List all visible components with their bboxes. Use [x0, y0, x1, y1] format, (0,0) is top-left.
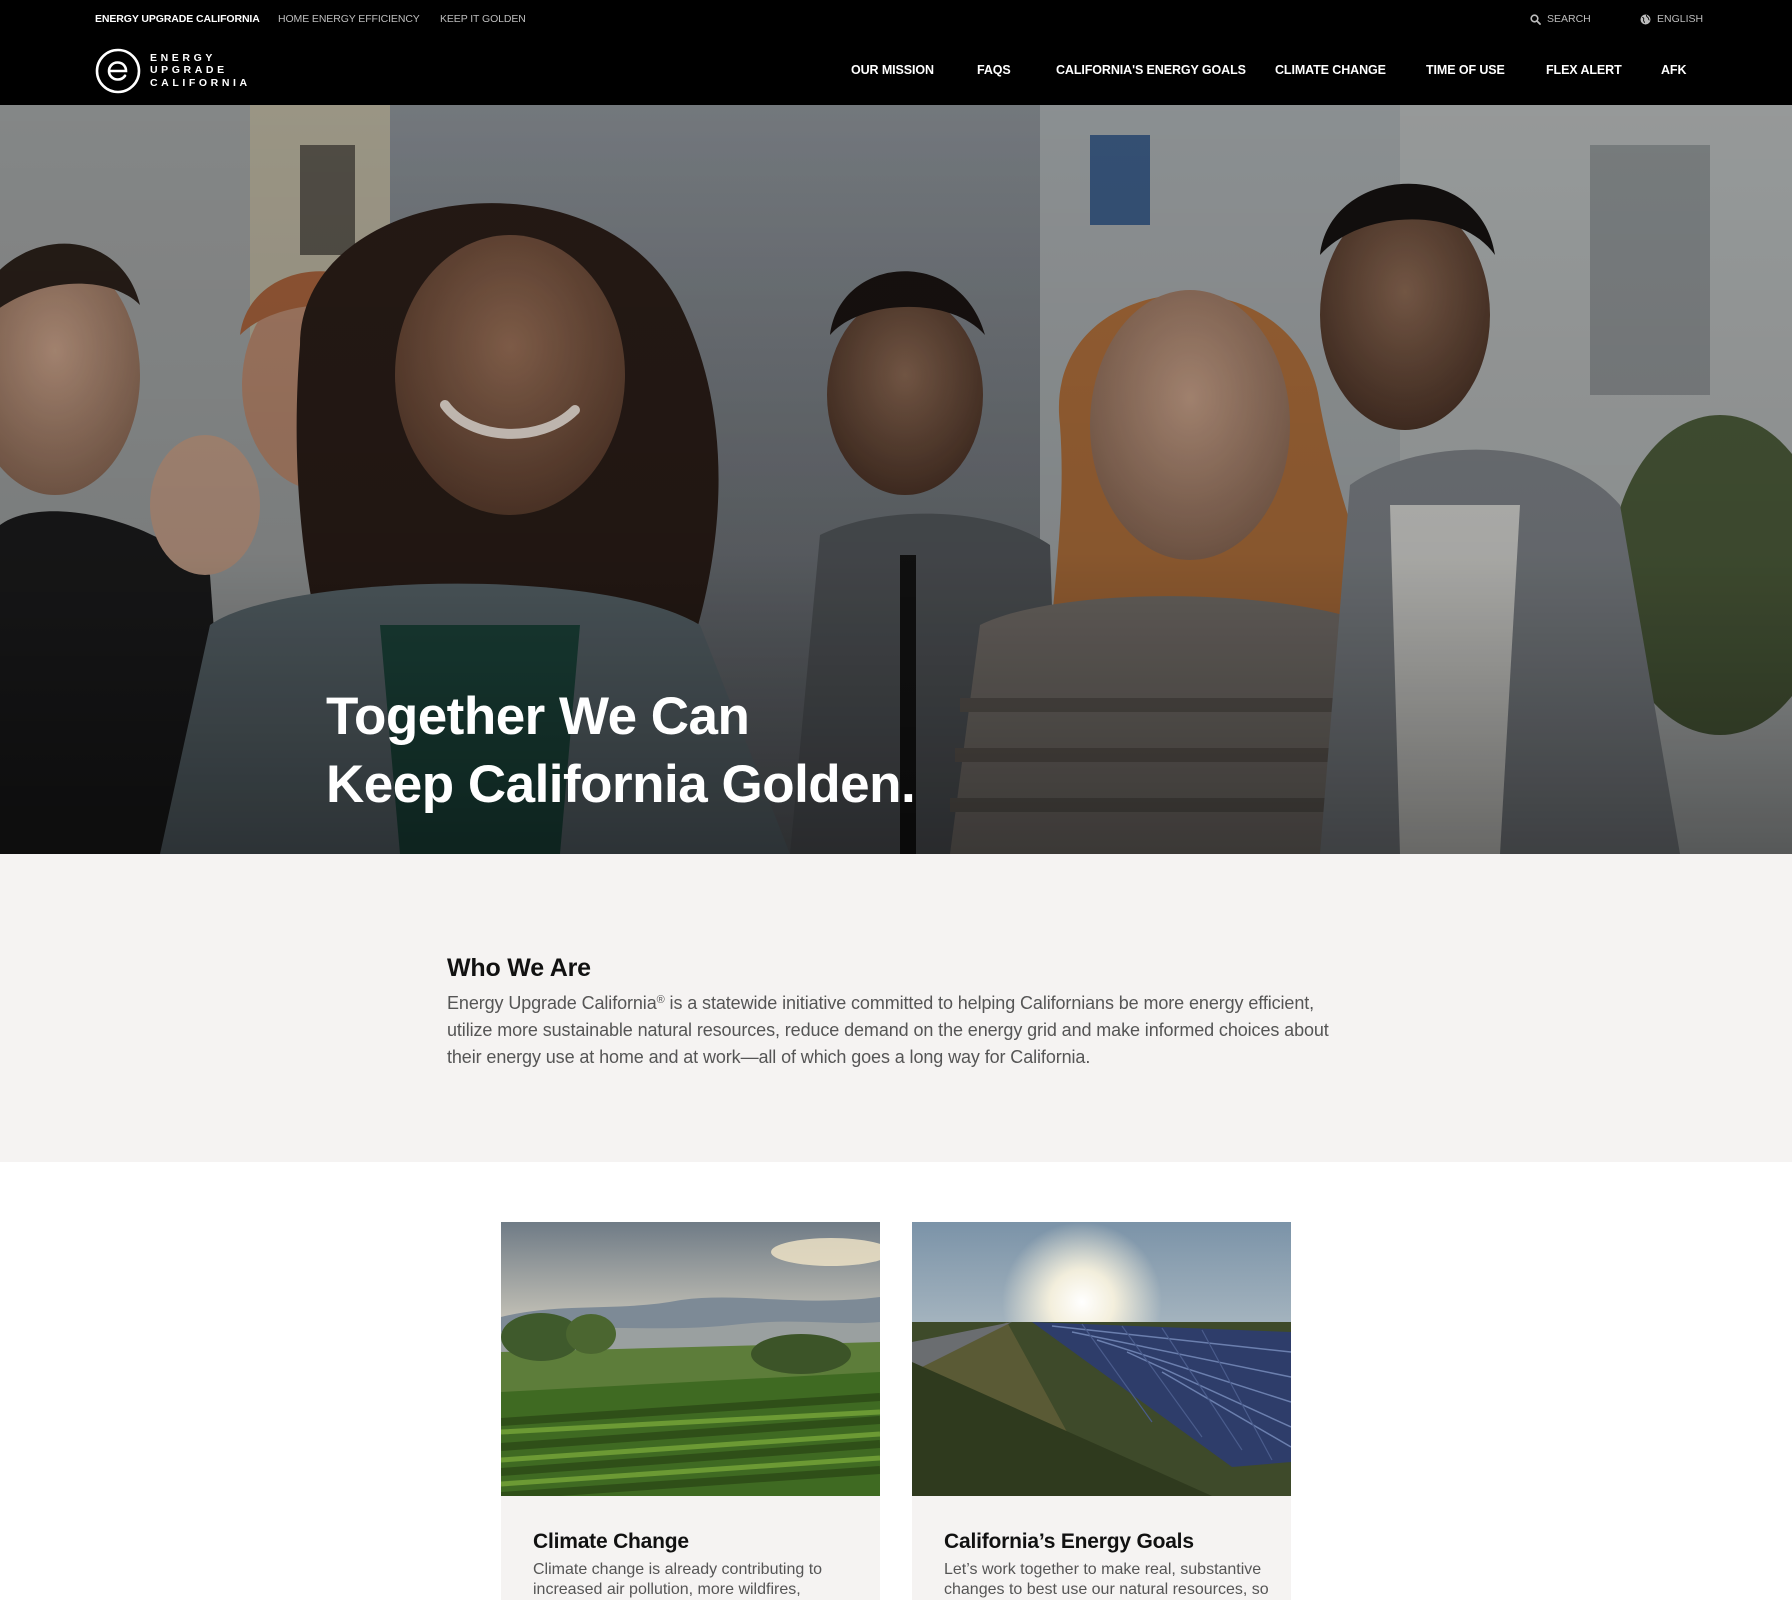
who-we-are-brand: Energy Upgrade California — [447, 993, 657, 1013]
search-button[interactable]: SEARCH — [1530, 13, 1591, 25]
nav-item-afk[interactable]: AFK — [1661, 63, 1686, 77]
site-logo[interactable]: ENERGY UPGRADE CALIFORNIA — [95, 48, 251, 94]
utility-bar: ENERGY UPGRADE CALIFORNIA HOME ENERGY EF… — [0, 0, 1792, 38]
card-climate-change[interactable]: Climate Change Climate change is already… — [501, 1222, 880, 1600]
who-we-are-heading: Who We Are — [447, 954, 591, 982]
nav-item-climate-change[interactable]: CLIMATE CHANGE — [1275, 63, 1386, 77]
logo-wordmark: ENERGY UPGRADE CALIFORNIA — [150, 51, 251, 90]
card-californias-energy-goals[interactable]: California’s Energy Goals Let’s work tog… — [912, 1222, 1291, 1600]
globe-icon — [1640, 14, 1651, 24]
logo-line-energy: ENERGY — [150, 51, 216, 64]
feature-cards-section: Climate Change Climate change is already… — [0, 1162, 1792, 1600]
search-label: SEARCH — [1547, 13, 1591, 25]
language-label: ENGLISH — [1657, 13, 1704, 25]
card-image-vineyard-landscape — [501, 1222, 880, 1496]
card-title-californias-energy-goals[interactable]: California’s Energy Goals — [944, 1530, 1194, 1554]
nav-item-flex-alert[interactable]: FLEX ALERT — [1546, 63, 1622, 77]
utility-link-home-energy-efficiency[interactable]: HOME ENERGY EFFICIENCY — [278, 13, 420, 25]
nav-item-faqs[interactable]: FAQS — [977, 63, 1011, 77]
who-we-are-body: Energy Upgrade California® is a statewid… — [447, 990, 1332, 1071]
utility-link-energy-upgrade-california[interactable]: ENERGY UPGRADE CALIFORNIA — [95, 13, 260, 25]
hero-title: Together We Can Keep California Golden. — [326, 683, 916, 819]
card-text-californias-energy-goals: Let’s work together to make real, substa… — [944, 1561, 1269, 1598]
hero-title-line-1: Together We Can — [326, 687, 750, 746]
card-image-solar-panels — [912, 1222, 1291, 1496]
logo-e-mark-icon — [95, 48, 141, 94]
nav-item-time-of-use[interactable]: TIME OF USE — [1426, 63, 1505, 77]
nav-item-our-mission[interactable]: OUR MISSION — [851, 63, 934, 77]
hero-banner: Together We Can Keep California Golden. — [0, 105, 1792, 854]
hero-title-line-2: Keep California Golden. — [326, 755, 916, 814]
registered-mark: ® — [656, 994, 665, 1006]
logo-line-upgrade: UPGRADE — [150, 64, 228, 77]
nav-item-californias-energy-goals[interactable]: CALIFORNIA'S ENERGY GOALS — [1056, 63, 1246, 77]
main-navigation: ENERGY UPGRADE CALIFORNIA OUR MISSION FA… — [0, 38, 1792, 105]
card-title-climate-change[interactable]: Climate Change — [533, 1530, 689, 1554]
who-we-are-section: Who We Are Energy Upgrade California® is… — [0, 854, 1792, 1162]
language-selector[interactable]: ENGLISH — [1640, 13, 1703, 25]
card-text-climate-change: Climate change is already contributing t… — [533, 1561, 823, 1598]
search-icon — [1530, 13, 1541, 25]
logo-line-california: CALIFORNIA — [150, 76, 251, 89]
utility-link-keep-it-golden[interactable]: KEEP IT GOLDEN — [440, 13, 526, 25]
